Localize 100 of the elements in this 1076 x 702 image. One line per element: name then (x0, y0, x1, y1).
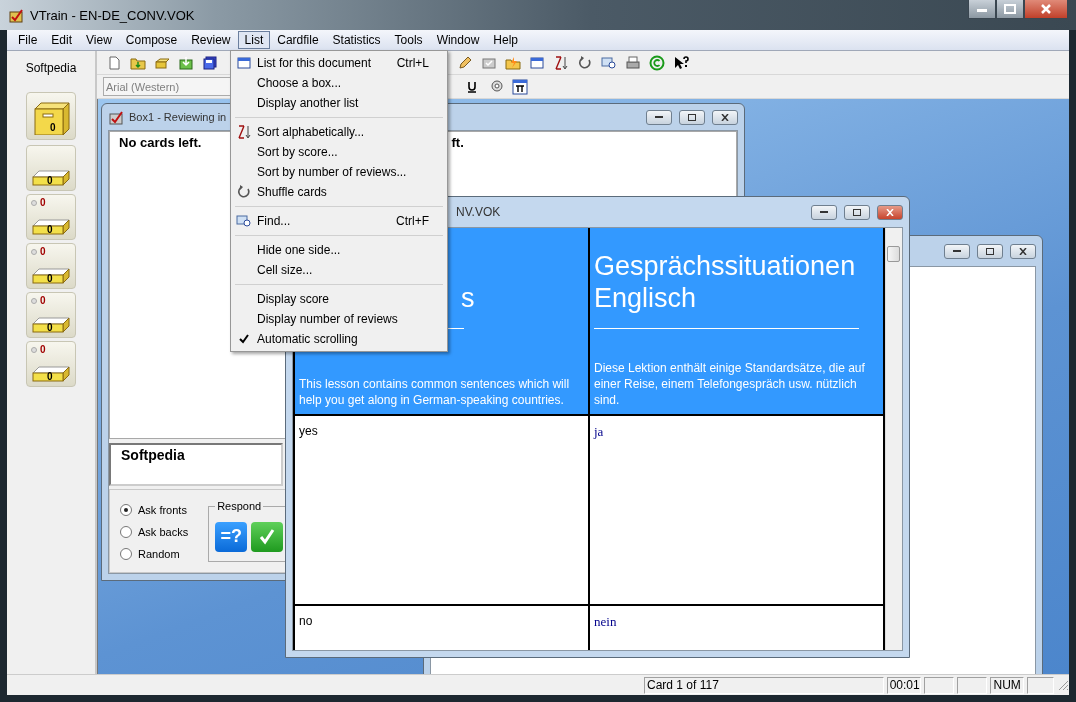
rotate-icon (236, 184, 252, 200)
import-icon (177, 54, 194, 71)
option-label[interactable]: Ask fronts (138, 504, 187, 516)
box-count: 0 (47, 224, 53, 235)
tray-icon (31, 219, 71, 235)
minimize-button[interactable] (944, 243, 970, 259)
maximize-button[interactable] (844, 204, 870, 220)
menu-entry[interactable]: List for this document Ctrl+L (233, 53, 445, 73)
due-count: 0 (40, 197, 46, 208)
radio-button[interactable] (120, 548, 132, 560)
minimize-icon (820, 210, 828, 214)
radio-button[interactable] (120, 504, 132, 516)
menu-entry[interactable]: Sort by score... (233, 142, 445, 162)
box-count: 0 (47, 371, 53, 382)
resize-grip-icon[interactable] (1057, 679, 1069, 691)
printer-icon (624, 54, 641, 71)
timer: 00:01 (886, 676, 921, 694)
dot-icon (31, 248, 37, 255)
maximize-button[interactable] (977, 243, 1003, 259)
find-icon (600, 54, 617, 71)
window-title: NV.VOK (456, 205, 501, 219)
menu-item[interactable]: Help (486, 31, 525, 49)
window-title: VTrain - EN-DE_CONV.VOK (30, 7, 196, 23)
table-cell: no (295, 606, 590, 650)
close-button[interactable] (1024, 0, 1068, 19)
maximize-icon (688, 113, 696, 121)
window-icon (236, 55, 252, 71)
tray-icon (31, 366, 71, 382)
menu-entry[interactable]: Hide one side... (233, 240, 445, 260)
close-button[interactable] (877, 204, 903, 220)
maximize-button[interactable] (996, 0, 1024, 19)
menu-entry[interactable]: Display another list (233, 93, 445, 113)
card-box-button[interactable]: 0 (26, 92, 76, 140)
menu-item[interactable]: Statistics (325, 31, 388, 49)
tray-icon (31, 268, 71, 284)
menu-item[interactable]: List (237, 31, 271, 49)
card-box-button[interactable]: 0 0 (26, 341, 76, 387)
option-label[interactable]: Random (138, 548, 180, 560)
lesson-title: Gesprächssituationen Englisch (594, 250, 857, 314)
radio-button[interactable] (120, 526, 132, 538)
minimize-button[interactable] (811, 204, 837, 220)
menu-item[interactable]: Tools (387, 31, 430, 49)
menu-item[interactable]: Window (429, 31, 487, 49)
card-box-button[interactable]: 0 0 (26, 194, 76, 240)
menu-item[interactable]: View (79, 31, 119, 49)
card-box-button[interactable]: 0 (26, 145, 76, 191)
close-button[interactable] (1010, 243, 1036, 259)
box-count: 0 (50, 122, 56, 133)
scroll-thumb[interactable] (887, 246, 900, 262)
help-pointer-icon (672, 54, 689, 71)
answer-field[interactable]: Softpedia (109, 442, 283, 486)
menu-entry[interactable]: Find... Ctrl+F (233, 211, 445, 231)
menu-entry[interactable]: Display score (233, 289, 445, 309)
menu-item[interactable]: File (11, 31, 45, 49)
menu-entry[interactable]: Cell size... (233, 260, 445, 280)
lesson-description: Diese Lektion enthält einige Standardsätze, die auf einer Reise, einem Telefongespräch usw. nützlich sind. (594, 360, 866, 408)
menu-item[interactable]: Edit (44, 31, 80, 49)
card-box-button[interactable]: 0 0 (26, 243, 76, 289)
menu-entry[interactable]: Choose a box... (233, 73, 445, 93)
cardfile-label: Softpedia (25, 61, 77, 75)
close-button[interactable] (712, 109, 738, 125)
menu-entry[interactable]: Shuffle cards (233, 182, 445, 202)
minimize-icon (655, 115, 663, 119)
card-text: ft. (451, 135, 464, 150)
maximize-button[interactable] (679, 109, 705, 125)
table-cell: yes (295, 416, 590, 606)
option-label[interactable]: Ask backs (138, 526, 189, 538)
menu-entry[interactable]: Sort alphabetically... (233, 122, 445, 142)
check-icon (239, 334, 249, 344)
box-icon (108, 109, 124, 125)
card-box-button[interactable]: 0 0 (26, 292, 76, 338)
minimize-icon (953, 249, 961, 253)
window-icon (528, 54, 545, 71)
status-pane (1026, 676, 1055, 694)
pencil-icon (456, 54, 473, 71)
maximize-icon (853, 208, 861, 216)
menu-item[interactable]: Cardfile (270, 31, 326, 49)
menu-item[interactable]: Compose (118, 31, 185, 49)
minimize-button[interactable] (646, 109, 672, 125)
copyright-icon (648, 54, 665, 71)
maximize-icon (1004, 4, 1016, 14)
tray-icon (31, 170, 71, 186)
due-count: 0 (40, 344, 46, 355)
sort-az-icon (552, 54, 569, 71)
dot-icon (31, 346, 37, 353)
minimize-button[interactable] (968, 0, 996, 19)
scrollbar[interactable] (885, 228, 902, 650)
save-icon (201, 54, 218, 71)
pi-button[interactable] (509, 76, 530, 97)
menu-item[interactable]: Review (184, 31, 238, 49)
box-count: 0 (47, 273, 53, 284)
app-icon (8, 7, 24, 23)
due-count: 0 (40, 246, 46, 257)
menu-entry[interactable]: Sort by number of reviews... (233, 162, 445, 182)
correct-button[interactable] (251, 521, 284, 552)
status-pane (923, 676, 955, 694)
maximize-icon (986, 247, 994, 255)
group-label: Respond (216, 500, 263, 512)
menu-entry[interactable]: Display number of reviews (233, 309, 445, 329)
menu-entry[interactable]: Automatic scrolling (233, 329, 445, 349)
